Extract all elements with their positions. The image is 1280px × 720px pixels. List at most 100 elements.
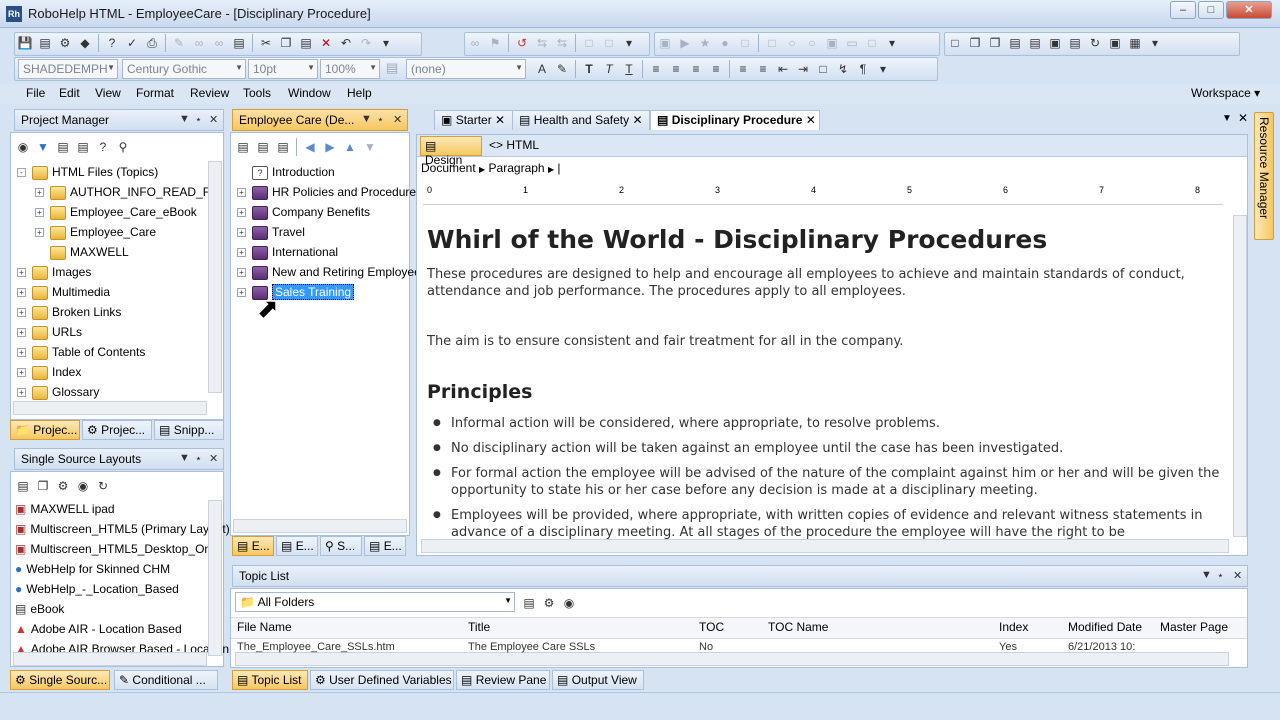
menu-file[interactable]: File xyxy=(26,86,45,100)
window-icon[interactable]: ▣ xyxy=(1046,34,1064,52)
expand-icon[interactable]: + xyxy=(237,288,246,298)
ellipse-icon[interactable]: ○ xyxy=(803,34,821,52)
paste-icon[interactable]: ▤ xyxy=(297,34,315,52)
close-icon[interactable]: ✕ xyxy=(393,113,402,126)
toc-item[interactable]: + New and Retiring Employees xyxy=(237,263,427,281)
arrow-left-icon[interactable]: ◀ xyxy=(301,138,319,156)
properties-icon[interactable]: ▤ xyxy=(1006,34,1024,52)
align-left-icon[interactable]: ≡ xyxy=(647,60,665,78)
col-modified-date[interactable]: Modified Date xyxy=(1068,620,1142,634)
font-combo[interactable]: Century Gothic ▼ xyxy=(122,59,246,79)
dropdown-icon[interactable]: ▼ xyxy=(1201,569,1212,581)
row-index[interactable]: Yes xyxy=(999,641,1017,653)
tab-health-and-safety[interactable]: ▤ Health and Safety ✕ xyxy=(512,110,650,130)
new-folder-icon[interactable]: ▤ xyxy=(54,138,72,156)
view-layout-icon[interactable]: ◉ xyxy=(74,477,92,495)
menu-review[interactable]: Review xyxy=(190,86,229,100)
resource-manager-tab[interactable]: Resource Manager xyxy=(1254,112,1274,240)
undo-icon[interactable]: ↶ xyxy=(337,34,355,52)
close-icon[interactable]: ✕ xyxy=(806,113,816,127)
dhtml-icon[interactable]: ★ xyxy=(696,34,714,52)
delete-icon[interactable]: ✕ xyxy=(317,34,335,52)
format-painter-icon[interactable]: ↯ xyxy=(834,60,852,78)
related-topics-icon[interactable]: ↺ xyxy=(513,34,531,52)
close-icon[interactable]: ✕ xyxy=(1233,569,1242,582)
form-icon[interactable]: □ xyxy=(736,34,754,52)
project-tree-item[interactable]: + Glossary xyxy=(17,383,99,401)
tab-glossary[interactable]: ▤ E... xyxy=(364,536,406,556)
keyword-link-icon[interactable]: ⇆ xyxy=(533,34,551,52)
tab-disciplinary-procedure[interactable]: ▤ Disciplinary Procedure ✕ xyxy=(650,110,820,130)
col-index[interactable]: Index xyxy=(999,620,1028,634)
tab-project-files[interactable]: 📁 Projec... xyxy=(10,420,80,440)
font-color-icon[interactable]: A xyxy=(533,60,551,78)
publish-icon[interactable]: ↻ xyxy=(94,477,112,495)
style-combo[interactable]: SHADEDEMPH ▼ xyxy=(18,59,118,79)
project-tree-item[interactable]: + Index xyxy=(17,363,81,381)
redo-icon[interactable]: ↷ xyxy=(357,34,375,52)
expand-icon[interactable]: + xyxy=(237,268,246,278)
style-icon[interactable]: ▤ xyxy=(386,60,398,76)
horizontal-scrollbar[interactable] xyxy=(13,401,207,415)
help-icon[interactable]: ? xyxy=(103,34,121,52)
row-modified[interactable]: 6/21/2013 10: xyxy=(1068,641,1135,653)
pilcrow-icon[interactable]: ¶ xyxy=(854,60,872,78)
arrow-right-icon[interactable]: ▶ xyxy=(321,138,339,156)
layout-item[interactable]: ▲ Adobe AIR - Location Based xyxy=(15,620,182,638)
tab-search[interactable]: ⚲ S... xyxy=(320,536,362,556)
cut-icon[interactable]: ✂ xyxy=(257,34,275,52)
duplicate-layout-icon[interactable]: ❐ xyxy=(34,477,52,495)
bookmark-icon[interactable]: ⚑ xyxy=(486,34,504,52)
tab-conditional-build[interactable]: ✎ Conditional ... xyxy=(114,670,218,690)
layout-item[interactable]: ▣ Multiscreen_HTML5 (Primary Layout) xyxy=(15,520,230,538)
properties-icon[interactable]: ▤ xyxy=(520,594,538,612)
expand-icon[interactable]: + xyxy=(35,208,44,218)
tab-project-sets[interactable]: ⚙ Projec... xyxy=(82,420,152,440)
properties-icon[interactable]: ▤ xyxy=(274,138,292,156)
toolbar-options-icon[interactable]: ▾ xyxy=(620,34,638,52)
expand-icon[interactable]: + xyxy=(35,228,44,238)
collapse-icon[interactable]: - xyxy=(17,168,26,178)
new-book-icon[interactable]: ▤ xyxy=(234,138,252,156)
menu-help[interactable]: Help xyxy=(347,86,372,100)
vertical-scrollbar[interactable] xyxy=(208,500,222,656)
tab-snippets[interactable]: ▤ Snipp... xyxy=(154,420,224,440)
bold-icon[interactable]: T xyxy=(580,60,598,78)
project-tree-item[interactable]: - HTML Files (Topics) xyxy=(17,163,158,181)
outdent-icon[interactable]: ⇤ xyxy=(774,60,792,78)
filter-icon[interactable]: ▼ xyxy=(34,138,52,156)
multimedia-icon[interactable]: ▶ xyxy=(676,34,694,52)
expand-icon[interactable]: □ xyxy=(600,34,618,52)
row-file-name[interactable]: The_Employee_Care_SSLs.htm xyxy=(237,641,457,653)
project-tree-item[interactable]: + Multimedia xyxy=(17,283,110,301)
circle-icon[interactable]: ○ xyxy=(783,34,801,52)
toc-item[interactable]: + Travel xyxy=(237,223,305,241)
tab-starter[interactable]: ▣ Starter ✕ xyxy=(434,110,514,130)
col-toc-name[interactable]: TOC Name xyxy=(768,620,828,634)
workspace-menu[interactable]: Workspace ▾ xyxy=(1191,86,1260,100)
toolbar-options-icon[interactable]: ▾ xyxy=(377,34,395,52)
expand-icon[interactable]: + xyxy=(237,188,246,198)
expand-icon[interactable]: + xyxy=(17,348,26,358)
close-document-icon[interactable]: ✕ xyxy=(1238,111,1248,125)
horizontal-scrollbar[interactable] xyxy=(235,652,1229,666)
paragraph-style-combo[interactable]: (none) ▼ xyxy=(406,59,526,79)
indent-icon[interactable]: ⇥ xyxy=(794,60,812,78)
border-icon[interactable]: □ xyxy=(814,60,832,78)
close-icon[interactable]: ✕ xyxy=(209,452,218,465)
project-tree-item[interactable]: + Table of Contents xyxy=(17,343,145,361)
binoculars-icon[interactable]: ◉ xyxy=(14,138,32,156)
font-size-combo[interactable]: 10pt ▼ xyxy=(248,59,318,79)
link-icon[interactable]: ∞ xyxy=(190,34,208,52)
refresh-icon[interactable]: ↻ xyxy=(1086,34,1104,52)
highlight-icon[interactable]: ✎ xyxy=(553,60,571,78)
tab-toc[interactable]: ▤ E... xyxy=(232,536,274,556)
expand-icon[interactable]: + xyxy=(237,208,246,218)
html-view-button[interactable]: <> HTML xyxy=(489,138,539,152)
project-tree-item[interactable]: + Broken Links xyxy=(17,303,121,321)
expand-icon[interactable]: + xyxy=(17,368,26,378)
shape-icon[interactable]: □ xyxy=(863,34,881,52)
import-icon[interactable]: ▤ xyxy=(1066,34,1084,52)
tab-topic-list[interactable]: ▤ Topic List xyxy=(232,670,308,690)
design-view-button[interactable]: ▤ Design xyxy=(420,136,482,167)
